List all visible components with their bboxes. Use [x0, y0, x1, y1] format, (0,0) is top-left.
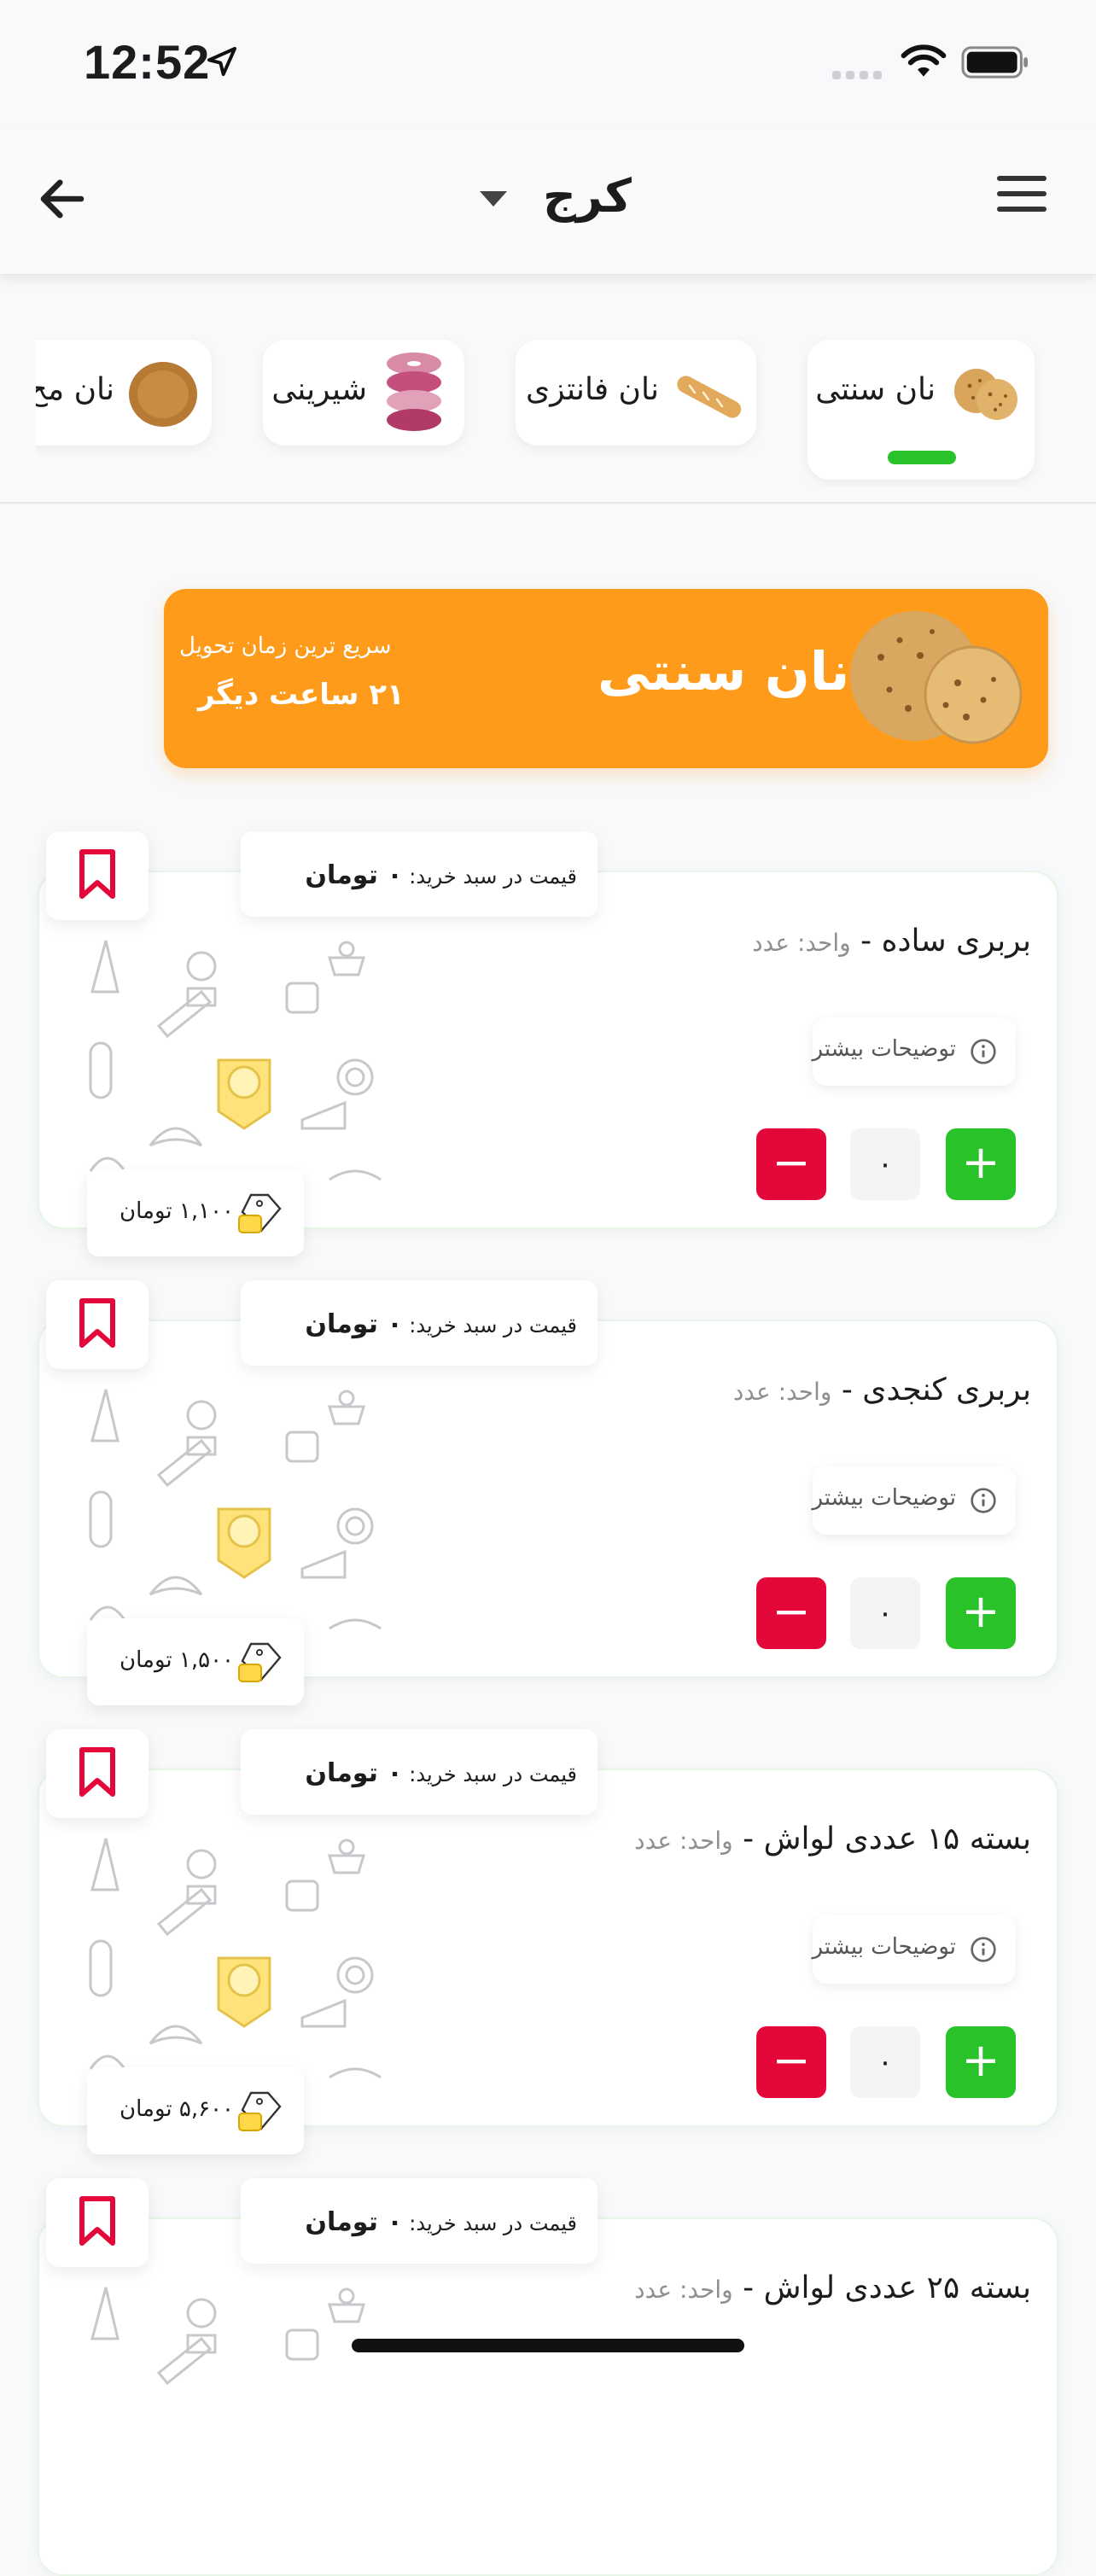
more-info-label: توضیحات بیشتر: [812, 1934, 956, 1960]
increase-quantity-button[interactable]: +: [946, 2026, 1016, 2098]
chevron-down-icon[interactable]: [480, 191, 507, 207]
bookmark-button[interactable]: [46, 1280, 149, 1369]
cart-price-label: قیمت در سبد خرید: ۰ تومان: [305, 1758, 577, 1788]
category-tab-local[interactable]: نان مح: [36, 340, 212, 446]
more-info-button[interactable]: توضیحات بیشتر: [812, 1466, 1016, 1535]
hamburger-menu-icon[interactable]: [997, 176, 1046, 217]
quantity-value: ۰: [850, 1577, 920, 1649]
cart-price-box: قیمت در سبد خرید: ۰ تومان: [241, 1280, 598, 1366]
cart-price-box: قیمت در سبد خرید: ۰ تومان: [241, 831, 598, 917]
product-card: بسته ۲۵ عددی لواش - واحد: عدد قیمت در سب…: [38, 2178, 1058, 2576]
product-name: بربری ساده - واحد: عدد: [752, 924, 1031, 959]
bakery-pattern-illustration: [89, 940, 382, 1188]
cart-price-label: قیمت در سبد خرید: ۰ تومان: [305, 1309, 577, 1339]
info-icon: [971, 1039, 996, 1064]
info-icon: [971, 1488, 996, 1513]
active-tab-indicator: [888, 451, 956, 464]
cart-price-label: قیمت در سبد خرید: ۰ تومان: [305, 860, 577, 890]
more-info-button[interactable]: توضیحات بیشتر: [812, 1017, 1016, 1086]
category-tab-sweets[interactable]: شیرینی: [263, 340, 464, 446]
unit-price-tag: ۱,۵۰۰ تومان: [87, 1618, 304, 1705]
bookmark-button[interactable]: [46, 831, 149, 920]
bookmark-icon: [79, 1747, 115, 1797]
more-info-label: توضیحات بیشتر: [812, 1485, 956, 1511]
home-indicator[interactable]: [352, 2339, 744, 2352]
unit-price: ۵,۶۰۰ تومان: [120, 2096, 234, 2122]
increase-quantity-button[interactable]: +: [946, 1128, 1016, 1200]
category-label: شیرینی: [271, 372, 367, 407]
product-card: بربری کنجدی - واحد: عدد توضیحات بیشتر + …: [38, 1280, 1058, 1705]
product-card: بربری ساده - واحد: عدد توضیحات بیشتر + ۰…: [38, 831, 1058, 1256]
status-bar: 12:52: [0, 0, 1096, 128]
cart-price-box: قیمت در سبد خرید: ۰ تومان: [241, 1729, 598, 1815]
banner-title: نان سنتی: [598, 640, 850, 702]
product-card: بسته ۱۵ عددی لواش - واحد: عدد توضیحات بی…: [38, 1729, 1058, 2154]
cart-price-box: قیمت در سبد خرید: ۰ تومان: [241, 2178, 598, 2264]
bakery-pattern-illustration: [90, 2287, 366, 2386]
signal-icon: [832, 67, 887, 83]
decrease-quantity-button[interactable]: −: [756, 2026, 826, 2098]
battery-icon: [961, 46, 1028, 79]
category-tab-traditional[interactable]: نان سنتی: [807, 340, 1035, 480]
location-arrow-icon: [207, 47, 236, 76]
bookmark-button[interactable]: [46, 1729, 149, 1818]
price-tag-icon: [238, 1193, 282, 1233]
bookmark-icon: [79, 1298, 115, 1348]
banner-delivery-time: ۲۱ ساعت دیگر: [198, 678, 405, 712]
category-banner: نان سنتی سریع ترین زمان تحویل ۲۱ ساعت دی…: [164, 589, 1048, 768]
city-selector[interactable]: کرج: [543, 169, 632, 223]
bookmark-icon: [79, 2196, 115, 2246]
top-nav-bar: کرج: [0, 128, 1096, 275]
category-label: نان مح: [36, 372, 114, 407]
more-info-button[interactable]: توضیحات بیشتر: [812, 1915, 1016, 1984]
decrease-quantity-button[interactable]: −: [756, 1128, 826, 1200]
decrease-quantity-button[interactable]: −: [756, 1577, 826, 1649]
baguette-icon: [677, 376, 742, 418]
increase-quantity-button[interactable]: +: [946, 1577, 1016, 1649]
category-tab-fancy[interactable]: نان فانتزی: [516, 340, 756, 446]
category-label: نان سنتی: [815, 372, 936, 407]
status-time: 12:52: [84, 35, 211, 89]
product-name: بربری کنجدی - واحد: عدد: [732, 1373, 1031, 1407]
cart-price-label: قیمت در سبد خرید: ۰ تومان: [305, 2207, 577, 2237]
quantity-value: ۰: [850, 1128, 920, 1200]
donuts-icon: [387, 353, 441, 431]
unit-price-tag: ۵,۶۰۰ تومان: [87, 2067, 304, 2154]
local-bread-icon: [129, 362, 197, 427]
banner-subtitle: سریع ترین زمان تحویل: [179, 633, 392, 659]
wifi-icon: [901, 44, 947, 77]
divider: [0, 502, 1096, 504]
price-tag-icon: [238, 1642, 282, 1682]
bakery-pattern-illustration: [89, 1838, 382, 2086]
unit-price: ۱,۱۰۰ تومان: [120, 1198, 234, 1224]
bakery-pattern-illustration: [89, 1389, 382, 1637]
bookmark-icon: [79, 849, 115, 899]
unit-price: ۱,۵۰۰ تومان: [120, 1647, 234, 1673]
more-info-label: توضیحات بیشتر: [812, 1036, 956, 1062]
product-name: بسته ۱۵ عددی لواش - واحد: عدد: [634, 1821, 1031, 1856]
category-label: نان فانتزی: [526, 372, 659, 407]
category-tabs: نان سنتی نان فانتزی شیرینی نان مح: [36, 324, 1060, 487]
unit-price-tag: ۱,۱۰۰ تومان: [87, 1169, 304, 1256]
price-tag-icon: [238, 2091, 282, 2131]
bookmark-button[interactable]: [46, 2178, 149, 2267]
info-icon: [971, 1937, 996, 1962]
bread-illustration: [850, 611, 1023, 744]
back-arrow-icon[interactable]: [34, 171, 90, 227]
quantity-value: ۰: [850, 2026, 920, 2098]
product-name: بسته ۲۵ عددی لواش - واحد: عدد: [634, 2270, 1031, 2305]
traditional-bread-icon: [954, 369, 1017, 420]
